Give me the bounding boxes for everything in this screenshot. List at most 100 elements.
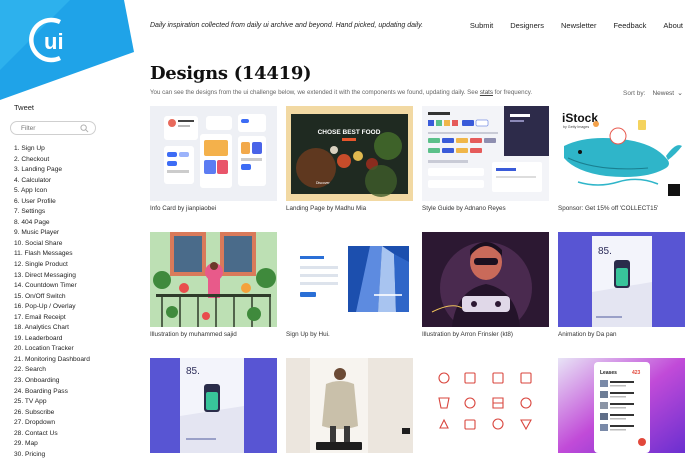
search-icon[interactable] (80, 124, 89, 133)
design-thumbnail[interactable]: Leases 423 (558, 358, 685, 453)
design-card[interactable]: CHOSE BEST FOOD Discover Landing Page by… (286, 106, 413, 212)
style-guide-preview (422, 106, 549, 201)
card-caption[interactable]: Landing Page by Madhu Mia (286, 205, 413, 212)
design-thumbnail[interactable] (422, 232, 549, 327)
card-caption[interactable]: Illustration by muhammed sajid (150, 331, 277, 338)
tweet-button[interactable]: Tweet (14, 103, 34, 112)
battery-ui-preview: 85. (150, 358, 277, 453)
sort-select[interactable]: Newest (652, 90, 674, 97)
design-thumbnail[interactable] (150, 106, 277, 201)
category-item[interactable]: 10. Social Share (14, 239, 90, 250)
card-caption[interactable]: Illustration by Arron Frinsler (kt8) (422, 331, 549, 338)
design-thumbnail[interactable]: 85. (558, 232, 685, 327)
istock-ad-preview: iStock by Getty Images (562, 111, 682, 196)
card-caption[interactable]: Info Card by jianpiaobei (150, 205, 277, 212)
tagline: Daily inspiration collected from daily u… (150, 22, 424, 29)
design-thumbnail[interactable] (150, 232, 277, 327)
battery-animation-preview: 85. (558, 232, 685, 327)
design-card[interactable] (422, 358, 549, 457)
category-item[interactable]: 1. Sign Up (14, 144, 90, 155)
design-card[interactable]: Illustration by Arron Frinsler (kt8) (422, 232, 549, 338)
nav-about[interactable]: About (663, 21, 683, 30)
design-card[interactable] (286, 358, 413, 457)
thumb-battery-value: 85. (186, 366, 200, 377)
thumb-subtext: Discover (316, 181, 330, 185)
category-item[interactable]: 22. Search (14, 365, 90, 376)
logo-graphic: ui (0, 0, 134, 100)
category-list: 1. Sign Up 2. Checkout 3. Landing Page 4… (14, 144, 90, 458)
design-card[interactable]: 85. (150, 358, 277, 457)
nav-newsletter[interactable]: Newsletter (561, 21, 596, 30)
design-card[interactable]: Leases 423 (558, 358, 685, 457)
page-title: Designs (14419) (150, 63, 312, 84)
category-item[interactable]: 3. Landing Page (14, 165, 90, 176)
category-item[interactable]: 26. Subscribe (14, 408, 90, 419)
icon-set-preview (438, 372, 532, 431)
design-card[interactable]: Illustration by muhammed sajid (150, 232, 277, 338)
sort-control[interactable]: Sort by: Newest ⌄ (623, 89, 683, 98)
filter-input[interactable] (21, 124, 81, 133)
category-item[interactable]: 13. Direct Messaging (14, 271, 90, 282)
category-item[interactable]: 27. Dropdown (14, 418, 90, 429)
category-item[interactable]: 17. Email Receipt (14, 313, 90, 324)
design-thumbnail[interactable] (286, 232, 413, 327)
category-item[interactable]: 6. User Profile (14, 197, 90, 208)
design-card[interactable]: 85. Animation by Da pan (558, 232, 685, 338)
nav-submit[interactable]: Submit (470, 21, 493, 30)
gamer-illustration-preview (422, 232, 549, 327)
info-card-preview (164, 114, 266, 188)
category-item[interactable]: 4. Calculator (14, 176, 90, 187)
sort-label: Sort by: (623, 89, 646, 97)
card-caption[interactable]: Sponsor: Get 15% off 'COLLECT15' (558, 205, 685, 212)
category-item[interactable]: 9. Music Player (14, 228, 90, 239)
category-item[interactable]: 30. Pricing (14, 450, 90, 458)
category-item[interactable]: 5. App Icon (14, 186, 90, 197)
design-thumbnail[interactable]: CHOSE BEST FOOD Discover (286, 106, 413, 201)
design-card[interactable]: iStock by Getty Images Sponsor: Get 15% … (558, 106, 685, 212)
design-card[interactable]: Sign Up by Hui. (286, 232, 413, 338)
category-item[interactable]: 19. Leaderboard (14, 334, 90, 345)
filter-box[interactable] (10, 121, 96, 135)
category-item[interactable]: 24. Boarding Pass (14, 387, 90, 398)
design-thumbnail[interactable] (422, 358, 549, 453)
category-item[interactable]: 15. On/Off Switch (14, 292, 90, 303)
category-item[interactable]: 21. Monitoring Dashboard (14, 355, 90, 366)
nav-feedback[interactable]: Feedback (613, 21, 646, 30)
category-item[interactable]: 18. Analytics Chart (14, 323, 90, 334)
category-item[interactable]: 14. Countdown Timer (14, 281, 90, 292)
card-caption[interactable]: Style Guide by Adnano Reyes (422, 205, 549, 212)
svg-text:ui: ui (44, 29, 64, 54)
subtitle-text-end: for frequency. (492, 89, 533, 96)
category-item[interactable]: 7. Settings (14, 207, 90, 218)
design-card[interactable]: Info Card by jianpiaobei (150, 106, 277, 212)
thumb-battery-value: 85. (598, 246, 612, 257)
category-item[interactable]: 23. Onboarding (14, 376, 90, 387)
site-logo[interactable]: ui (0, 0, 140, 100)
category-item[interactable]: 8. 404 Page (14, 218, 90, 229)
leases-app-preview: Leases 423 (558, 358, 685, 453)
thumb-brand: iStock (562, 111, 598, 125)
design-thumbnail[interactable]: iStock by Getty Images (558, 106, 685, 201)
design-thumbnail[interactable] (422, 106, 549, 201)
category-item[interactable]: 11. Flash Messages (14, 249, 90, 260)
nav-designers[interactable]: Designers (510, 21, 544, 30)
category-item[interactable]: 2. Checkout (14, 155, 90, 166)
thumb-app-title: Leases (600, 370, 617, 376)
page-subtitle: You can see the designs from the ui chal… (150, 89, 532, 96)
thumb-headline: CHOSE BEST FOOD (318, 129, 381, 136)
category-item[interactable]: 25. TV App (14, 397, 90, 408)
card-caption[interactable]: Animation by Da pan (558, 331, 685, 338)
design-thumbnail[interactable] (286, 358, 413, 453)
category-item[interactable]: 16. Pop-Up / Overlay (14, 302, 90, 313)
card-caption[interactable]: Sign Up by Hui. (286, 331, 413, 338)
design-thumbnail[interactable]: 85. (150, 358, 277, 453)
category-item[interactable]: 12. Single Product (14, 260, 90, 271)
category-item[interactable]: 29. Map (14, 439, 90, 450)
balcony-illustration-preview (150, 232, 277, 327)
category-item[interactable]: 20. Location Tracker (14, 344, 90, 355)
design-card[interactable]: Style Guide by Adnano Reyes (422, 106, 549, 212)
subtitle-text: You can see the designs from the ui chal… (150, 89, 480, 96)
stats-link[interactable]: stats (480, 89, 493, 96)
chevron-down-icon[interactable]: ⌄ (677, 89, 683, 97)
category-item[interactable]: 28. Contact Us (14, 429, 90, 440)
